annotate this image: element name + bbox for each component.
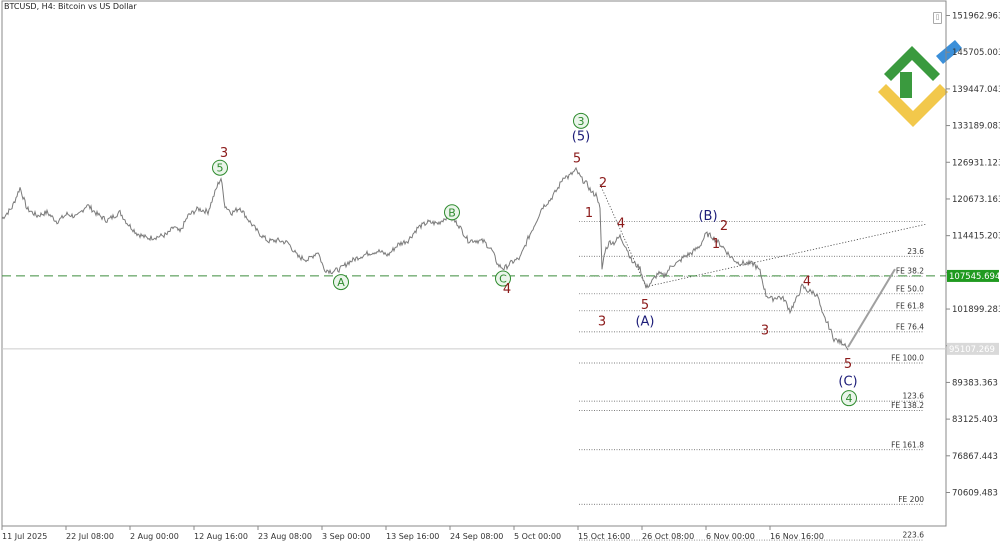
x-tick-label: 12 Aug 16:00 — [194, 532, 248, 541]
wave-label: 3 — [761, 324, 769, 339]
litefinance-logo-icon — [878, 40, 962, 127]
logo-chevron-yellow — [878, 84, 948, 127]
x-tick-label: 11 Jul 2025 — [2, 532, 47, 541]
plot-border — [1, 0, 947, 527]
fib-level-label: FE 50.0 — [896, 284, 924, 293]
wave-label: (B) — [698, 209, 717, 224]
x-tick-label: 13 Sep 16:00 — [386, 532, 439, 541]
wave-label: 1 — [585, 206, 593, 221]
x-tick-label: 22 Jul 08:00 — [66, 532, 114, 541]
x-tick-label: 15 Oct 16:00 — [578, 532, 630, 541]
wave-label: 3 — [598, 314, 606, 329]
fib-level-label: FE 200 — [898, 495, 924, 504]
wave-label: 5 — [217, 162, 224, 175]
trendline — [645, 223, 928, 288]
fib-level-label: FE 100.0 — [891, 353, 924, 362]
x-tick-label: 3 Sep 00:00 — [322, 532, 370, 541]
x-tick-label: 26 Oct 08:00 — [642, 532, 694, 541]
fib-level-label: FE 138.2 — [891, 401, 924, 410]
fib-level-label: 223.6 — [903, 531, 925, 540]
wave-label: (A) — [635, 314, 654, 329]
wave-label: 5 — [641, 298, 649, 313]
y-tick-label: 70609.483 — [952, 489, 998, 499]
y-tick-label: 139447.043 — [952, 85, 1000, 95]
y-tick-label: 89383.363 — [952, 378, 998, 388]
fib-level-label: FE 76.4 — [896, 322, 924, 331]
logo-bar-green — [900, 72, 912, 98]
x-tick-label: 16 Nov 16:00 — [770, 532, 824, 541]
fib-level-label: FE 61.8 — [896, 301, 924, 310]
x-tick-label: 2 Aug 00:00 — [130, 532, 179, 541]
y-tick-label: 101899.283 — [952, 305, 1000, 315]
y-tick-label: 76867.443 — [952, 452, 998, 462]
projection-line — [847, 268, 896, 348]
y-tick-label: 126931.123 — [952, 158, 1000, 168]
y-tick-label: 120673.163 — [952, 195, 1000, 205]
wave-label: A — [337, 276, 345, 289]
wave-label: 4 — [803, 274, 811, 289]
wave-label: 5 — [844, 357, 852, 372]
fib-level-label: 123.6 — [903, 392, 925, 401]
wave-label: 4 — [617, 216, 625, 231]
fib-level-label: 23.6 — [907, 247, 924, 256]
wave-label: 4 — [846, 392, 853, 405]
wave-label: B — [448, 206, 456, 219]
wave-label: 3 — [578, 115, 585, 128]
x-tick-label: 6 Nov 00:00 — [706, 532, 755, 541]
y-tick-label: 83125.403 — [952, 415, 998, 425]
y-tick-label: 145705.003 — [952, 48, 1000, 58]
wave-label: 3 — [220, 146, 228, 161]
price-chart[interactable]: 151962.963 145705.003 139447.043 133189.083… — [0, 0, 1000, 545]
x-tick-label: 24 Sep 08:00 — [450, 532, 503, 541]
y-tick-label: 151962.963 — [952, 12, 1000, 22]
price-series-line — [1, 166, 849, 351]
wave-label: 4 — [503, 282, 511, 297]
chart-window[interactable]: BTCUSD, H4: Bitcoin vs US Dollar ▯ 15196… — [0, 0, 1000, 545]
y-tick-label: 114415.203 — [952, 232, 1000, 242]
fib-level-label: FE 38.2 — [896, 267, 924, 276]
support-price-label: 107545.694 — [949, 272, 1000, 282]
trendline — [599, 183, 647, 287]
wave-label: 2 — [720, 219, 728, 234]
wave-label: (C) — [838, 375, 857, 390]
current-price-label: 95107.269 — [949, 345, 995, 355]
x-tick-label: 23 Aug 08:00 — [258, 532, 312, 541]
y-tick-label: 133189.083 — [952, 122, 1000, 132]
wave-label: 2 — [599, 176, 607, 191]
fib-level-label: FE 161.8 — [891, 440, 924, 449]
x-tick-label: 5 Oct 00:00 — [514, 532, 561, 541]
wave-label: 5 — [573, 151, 581, 166]
wave-label: 1 — [712, 237, 720, 252]
wave-label: (5) — [572, 130, 590, 145]
